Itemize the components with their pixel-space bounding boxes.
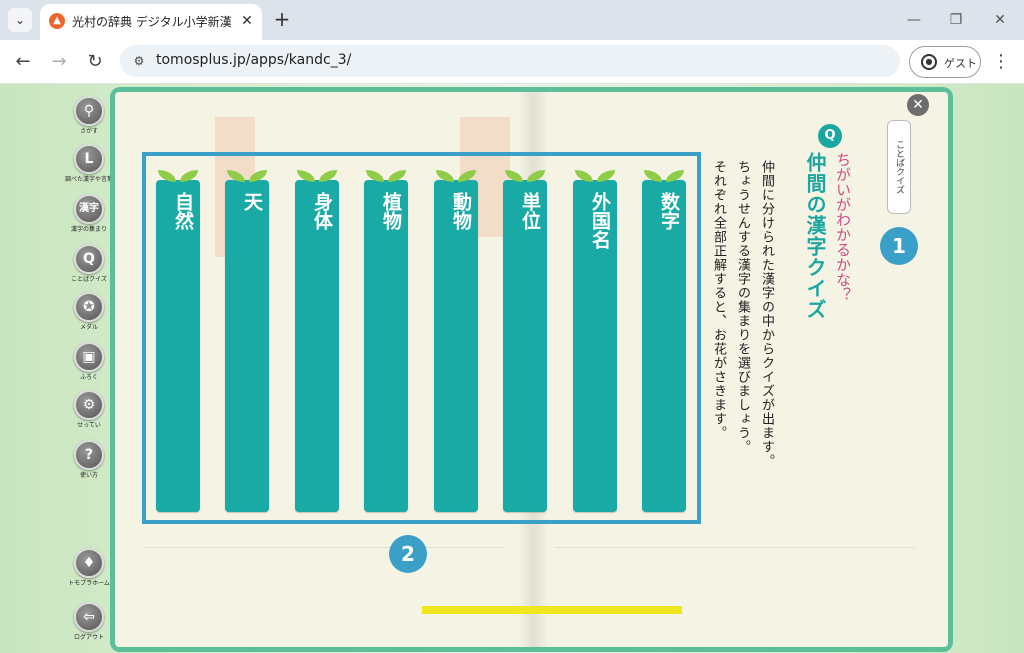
new-tab-button[interactable]: + [272,8,292,32]
url-text[interactable]: tomosplus.jp/apps/kandc_3/ [156,52,556,70]
browser-tab-bar: ⌄ ▲ 光村の辞典 デジタル小学新漢字辞典 ✕ + — ❐ ✕ [0,0,1024,40]
fire-icon: ▲ [49,13,65,29]
category-card-tani[interactable]: 単位 [503,170,547,512]
profile-label: ゲスト [944,57,977,70]
instruction-line: ちょうせんする漢字の集まりを選びましょう。 [735,160,750,454]
address-bar-row: ← → ↻ ⚙ tomosplus.jp/apps/kandc_3/ ● ゲスト… [0,40,1024,84]
close-tab-icon[interactable]: ✕ [238,12,256,30]
leaf-icon [366,170,384,182]
category-label: 天 [241,192,263,211]
forward-icon[interactable]: → [48,51,70,73]
category-card-doubutsu[interactable]: 動物 [434,170,478,512]
site-info-icon[interactable]: ⚙ [130,53,148,69]
tab-search-dropdown-icon[interactable]: ⌄ [8,8,32,32]
step-marker-1: 1 [880,227,918,265]
leaf-icon [227,170,245,182]
leaf-icon [436,170,454,182]
leaf-icon [388,170,406,182]
omnibox[interactable]: ⚙ tomosplus.jp/apps/kandc_3/ [120,45,900,77]
category-selection-frame: 自然 天 身体 植物 動物 単位 外国名 数字 [142,152,701,524]
browser-tab[interactable]: ▲ 光村の辞典 デジタル小学新漢字辞典 ✕ [40,4,262,40]
home-icon[interactable]: ♦ [74,548,104,578]
profile-button[interactable]: ● ゲスト [909,46,981,78]
leaf-icon [158,170,176,182]
back-icon[interactable]: ← [12,51,34,73]
category-card-shizen[interactable]: 自然 [156,170,200,512]
leaf-icon [458,170,476,182]
category-label: 自然 [172,192,194,230]
category-card-shokubutsu[interactable]: 植物 [364,170,408,512]
reload-icon[interactable]: ↻ [84,51,106,73]
category-label: 数字 [658,192,680,230]
leaf-icon [575,170,593,182]
instruction-line: 仲間に分けられた漢字の中からクイズが出ます。 [759,160,774,468]
category-label: 単位 [519,192,541,230]
category-card-gaikokumei[interactable]: 外国名 [573,170,617,512]
close-icon[interactable]: ✕ [907,94,929,116]
quiz-icon[interactable]: Q [74,244,104,274]
kebab-menu-icon[interactable]: ⋮ [990,51,1012,73]
category-card-suuji[interactable]: 数字 [642,170,686,512]
logout-icon[interactable]: ⇦ [74,602,104,632]
history-icon[interactable]: L [74,144,104,174]
person-icon: ● [921,54,937,70]
restore-icon[interactable]: ❐ [946,10,966,30]
category-label: 身体 [311,192,333,230]
leaf-icon [527,170,545,182]
category-label: 外国名 [589,192,611,249]
leaf-icon [505,170,523,182]
window-close-icon[interactable]: ✕ [990,10,1010,30]
kanji-group-icon[interactable]: 漢字 [74,194,104,224]
leaf-icon [666,170,684,182]
quiz-panel: ✕ ことばクイズ 1 Q ちがいがわかるかな？ 仲間の漢字クイズ 仲間に分けられ… [135,90,932,653]
category-label: 動物 [450,192,472,230]
leaf-icon [180,170,198,182]
leaf-icon [297,170,315,182]
quiz-hint: ちがいがわかるかな？ [834,152,852,302]
step-marker-2: 2 [389,535,427,573]
category-label: 植物 [380,192,402,230]
help-icon[interactable]: ? [74,440,104,470]
question-badge: Q [818,124,842,148]
instruction-line: それぞれ全部正解すると、お花がさきます。 [711,160,726,440]
quiz-type-label: ことばクイズ [887,120,911,214]
gear-icon[interactable]: ⚙ [74,390,104,420]
category-card-ten[interactable]: 天 [225,170,269,512]
leaf-icon [597,170,615,182]
sidebar: ⚲ さがす L 調べた漢字や言葉 漢字 漢字の集まり Q ことばクイズ ✪ メダ… [60,84,116,653]
search-icon[interactable]: ⚲ [74,96,104,126]
gift-icon[interactable]: ▣ [74,342,104,372]
quiz-title: 仲間の漢字クイズ [803,152,827,320]
page-progress-bar [422,606,682,614]
minimize-icon[interactable]: — [904,10,924,30]
medal-icon[interactable]: ✪ [74,292,104,322]
tab-title: 光村の辞典 デジタル小学新漢字辞典 [72,15,232,29]
leaf-icon [644,170,662,182]
leaf-icon [319,170,337,182]
leaf-icon [249,170,267,182]
category-card-shintai[interactable]: 身体 [295,170,339,512]
